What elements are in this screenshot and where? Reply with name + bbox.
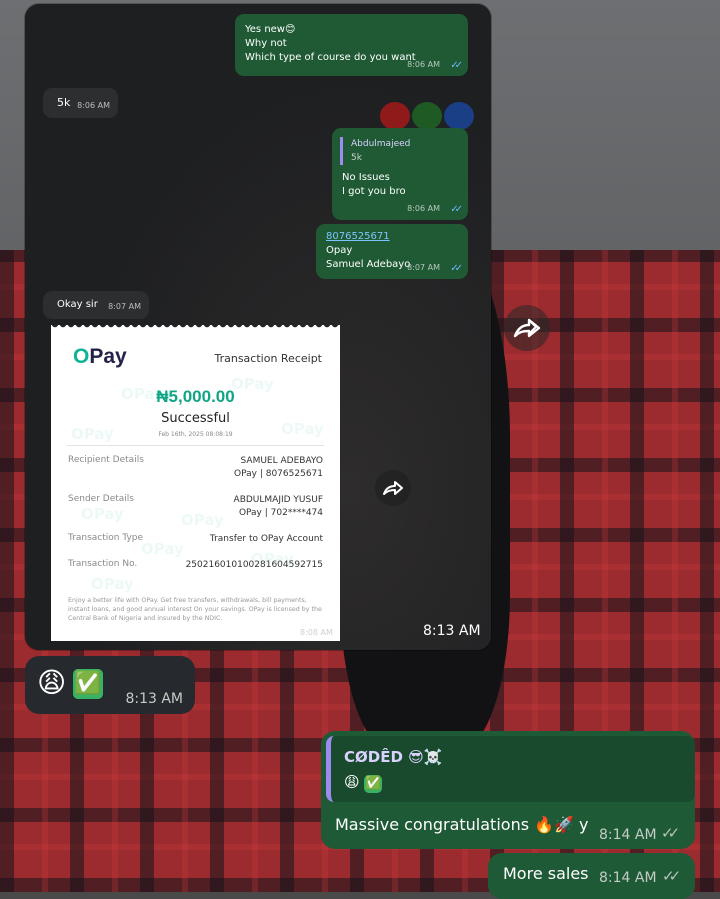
receipt-title: Transaction Receipt <box>214 352 322 365</box>
inner-message-out: 8076525671 Opay Samuel Adebayo 8:07 AM ✓… <box>316 224 468 279</box>
hearts-reaction <box>380 102 480 130</box>
message-text: Massive congratulations 🔥🚀 y <box>335 815 589 834</box>
receipt-time: 8:08 AM <box>300 628 333 637</box>
receipt-date: Feb 16th, 2025 08:08:19 <box>158 431 233 438</box>
message-bubble-out[interactable]: More sales 8:14 AM ✓✓ <box>488 853 695 899</box>
receipt-footer: Enjoy a better life with OPay. Get free … <box>68 597 322 622</box>
forward-icon[interactable] <box>504 305 550 351</box>
reply-quote[interactable]: CØDÊD 😎☠️ 😩 ✅ <box>326 736 695 802</box>
check-mark-emoji: ✅ <box>73 669 103 699</box>
receipt-amount: ₦5,000.00 <box>156 387 235 406</box>
message-text: More sales <box>503 864 589 883</box>
forward-icon <box>375 470 411 506</box>
inner-message-in: Okay sir 8:07 AM <box>43 291 149 319</box>
inner-message-in: 5k 8:06 AM <box>43 88 118 118</box>
double-check-icon: ✓✓ <box>661 824 680 842</box>
weary-face-emoji: 😩 <box>37 666 67 699</box>
message-time: 8:13 AM <box>423 623 481 639</box>
receipt-status: Successful <box>161 411 230 426</box>
check-mark-emoji: ✅ <box>364 775 383 793</box>
double-check-icon: ✓✓ <box>450 60 463 71</box>
opay-receipt-image[interactable]: OPay OPay OPay OPay OPay OPay OPay OPay … <box>51 325 340 641</box>
double-check-icon: ✓✓ <box>662 867 681 885</box>
account-number-link: 8076525671 <box>326 231 390 242</box>
inner-message-out: Abdulmajeed 5k No Issues I got you bro 8… <box>332 128 468 220</box>
double-check-icon: ✓✓ <box>450 204 463 215</box>
reply-quote: Abdulmajeed 5k <box>340 137 460 165</box>
message-bubble-out[interactable]: CØDÊD 😎☠️ 😩 ✅ Massive congratulations 🔥🚀… <box>321 731 695 849</box>
message-bubble-in[interactable]: 😩 ✅ 8:13 AM <box>25 656 195 714</box>
weary-face-emoji: 😩 <box>344 773 360 791</box>
opay-logo: OPay <box>73 345 127 368</box>
inner-message-out: Yes new😊 Why not Which type of course do… <box>235 14 468 76</box>
double-check-icon: ✓✓ <box>450 263 463 274</box>
